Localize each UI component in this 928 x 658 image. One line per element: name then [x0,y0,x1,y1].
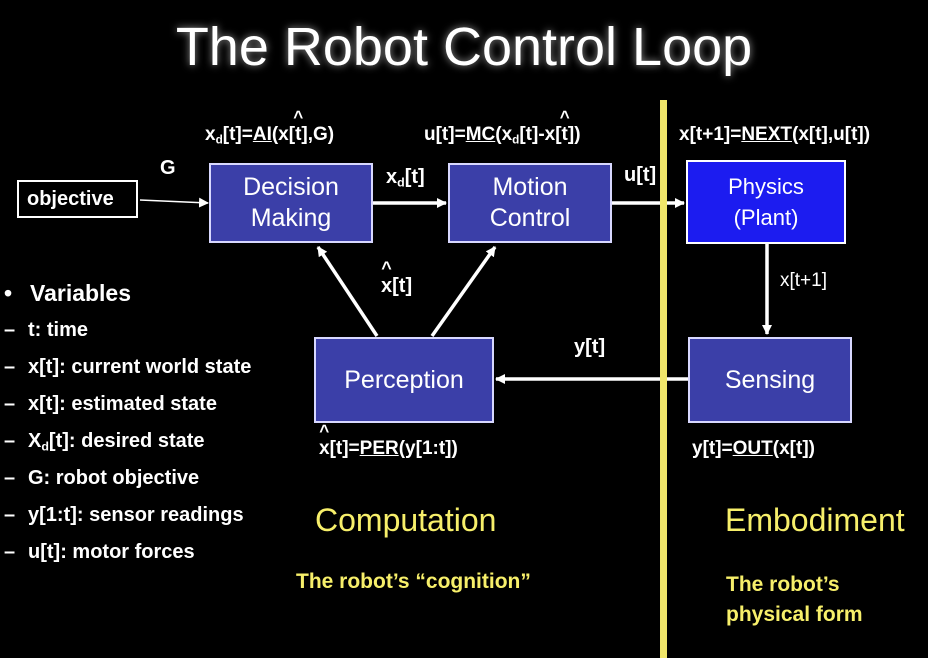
signal-g-label: G [160,157,176,179]
variables-legend: • Variables – t: time – x[t]: current world… [4,278,294,573]
legend-item: – y[1:t]: sensor readings [4,504,244,526]
mc-function: MC [465,124,496,145]
legend-item: – x[t]: estimated state [4,393,217,415]
embodiment-heading: Embodiment [725,502,905,538]
ai-function: AI [252,124,272,145]
signal-u-label: u[t] [624,164,657,186]
embodiment-subtitle: The robot’s physical form [726,573,863,626]
next-equation: x[t+1]=NEXT(x[t],u[t]) [679,124,871,145]
arrow-objective-to-decision [139,197,209,208]
next-function: NEXT [741,124,792,145]
decision-making-box[interactable]: Decision Making [209,163,373,243]
legend-heading: • Variables [4,280,132,306]
legend-item: – x[t]: current world state [4,356,252,378]
motion-control-label: Motion Control [489,173,571,232]
legend-item: – Xd[t]: desired state [4,430,205,454]
motion-control-box[interactable]: Motion Control [448,163,612,243]
computation-embodiment-divider [660,100,667,658]
computation-heading: Computation [315,502,497,538]
ai-equation: xd[t]=AI(x[t],G) [205,124,334,146]
perception-box[interactable]: Perception [314,337,494,423]
legend-item: – u[t]: motor forces [4,541,195,563]
perception-label: Perception [344,365,464,394]
computation-subtitle: The robot’s “cognition” [296,570,531,593]
sensing-label: Sensing [724,365,816,394]
per-equation: x[t]=PER(y[1:t]) [319,438,458,460]
arrow-perception-to-decision [316,246,379,337]
out-function: OUT [732,438,773,459]
out-equation: y[t]=OUT(x[t]) [692,438,815,459]
physics-plant-label: Physics (Plant) [728,174,804,230]
legend-item: – t: time [4,319,88,341]
legend-item: – G: robot objective [4,467,200,489]
signal-y-label: y[t] [574,336,606,358]
signal-xd-label: xd[t] [386,166,425,190]
physics-plant-box[interactable]: Physics (Plant) [686,160,846,244]
signal-xhat-label: x[t] [381,275,412,298]
mc-equation: u[t]=MC(xd[t]-x[t]) [424,124,581,146]
sensing-box[interactable]: Sensing [688,337,852,423]
decision-making-label: Decision Making [243,173,339,232]
per-function: PER [359,438,399,459]
signal-xt1-label: x[t+1] [780,270,827,291]
arrow-perception-to-motion [430,245,497,338]
objective-box[interactable]: objective [17,180,138,218]
